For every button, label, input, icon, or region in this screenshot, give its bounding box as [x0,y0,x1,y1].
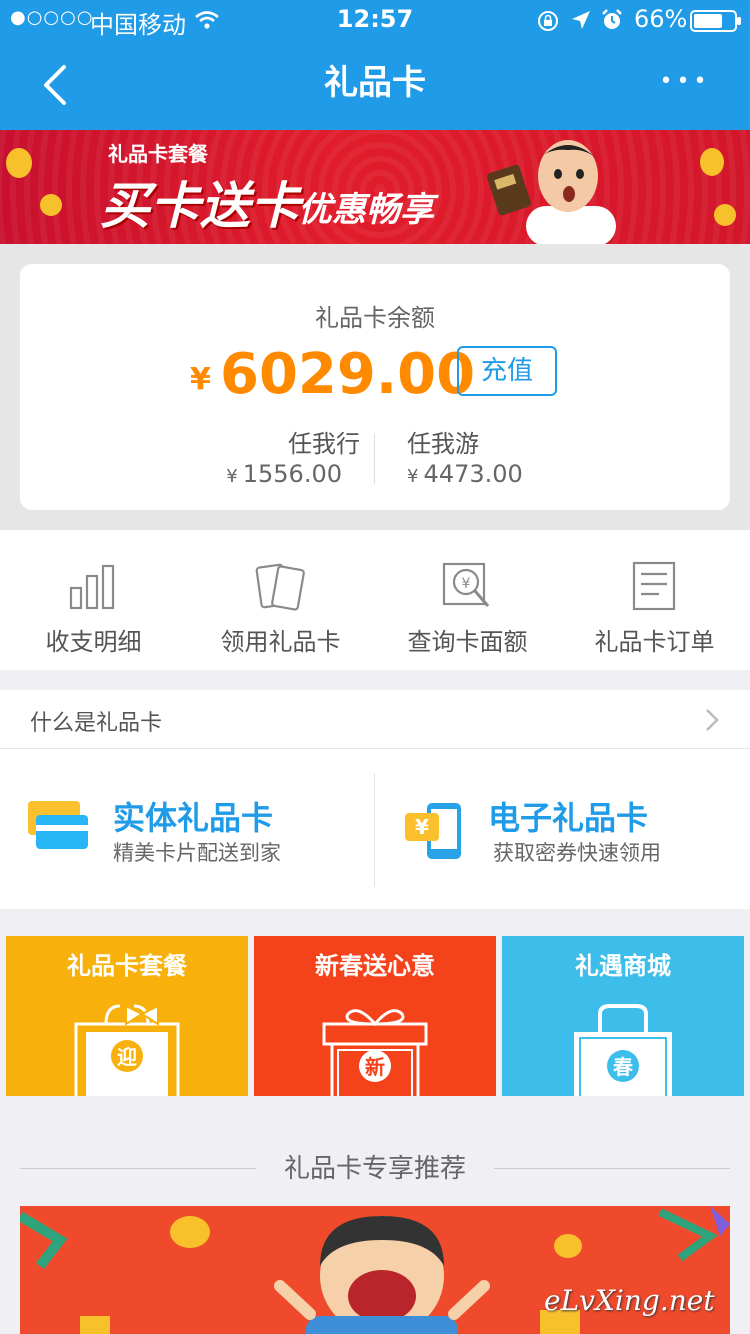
coin-icon [40,194,62,216]
e-card-desc: 获取密券快速领用 [493,841,661,865]
banner-tag: 礼品卡套餐 [108,142,208,166]
more-options-button[interactable]: ••• [650,60,720,106]
battery-icon [690,10,741,32]
sub-account-name: 任我游 [407,430,479,458]
navigation-bar: 礼品卡 ••• [0,40,750,130]
physical-card-option[interactable]: 实体礼品卡 精美卡片配送到家 [0,749,374,909]
tile-badge: 新 [365,1055,385,1079]
sub-account-balance: ¥ 1556.00 [160,460,342,488]
lantern-icon [700,148,724,176]
tile-title: 新春送心意 [315,952,435,980]
rotation-lock-icon [538,11,558,31]
physical-card-title: 实体礼品卡 [113,799,274,837]
cards-icon [255,563,305,611]
e-card-option[interactable]: ¥ 电子礼品卡 获取密券快速领用 [375,749,750,909]
svg-text:¥: ¥ [462,576,471,592]
balance-amount: 6029.00 [220,342,476,407]
yuan-search-icon: ¥ [442,562,490,607]
shortcut-label: 领用礼品卡 [220,628,341,656]
tile-title: 礼遇商城 [575,952,671,980]
card-types: 实体礼品卡 精美卡片配送到家 ¥ 电子礼品卡 获取密券快速领用 [0,749,750,909]
tile-new-year[interactable]: 新春送心意 新 [254,936,496,1096]
tile-gift-mall[interactable]: 礼遇商城 春 [502,936,744,1096]
coin-icon [714,204,736,226]
status-bar: ●○○○○ 中国移动 12:57 66% [0,0,750,40]
promo-banner[interactable]: 礼品卡套餐 买卡送卡 优惠畅享 [0,130,750,244]
watermark: eLvXing.net [544,1284,715,1317]
what-is-label: 什么是礼品卡 [30,711,163,736]
bar-chart-icon [69,564,115,610]
what-is-gift-card-row[interactable]: 什么是礼品卡 [0,690,750,749]
shortcut-grid: 收支明细 领用礼品卡 ¥ 查询卡面额 礼品卡订单 [0,530,750,670]
physical-card-icon [28,801,88,849]
balance-section: 礼品卡余额 ¥ 6029.00 充值 任我行 ¥ 1556.00 任我游 ¥ 4… [0,244,750,530]
phone-card-icon: ¥ [403,801,473,861]
shortcut-transactions[interactable]: 收支明细 [0,530,187,670]
location-arrow-icon [572,11,590,29]
alarm-icon [602,9,622,29]
sub-account-name: 任我行 [288,430,360,458]
shortcut-check-value[interactable]: ¥ 查询卡面额 [374,530,561,670]
recharge-button[interactable]: 充值 [457,346,557,396]
shortcut-label: 收支明细 [45,628,142,656]
sub-account-balance: ¥ 4473.00 [407,460,523,488]
divider [494,1168,730,1169]
shortcut-claim-card[interactable]: 领用礼品卡 [187,530,374,670]
tile-title: 礼品卡套餐 [67,952,187,980]
document-icon [632,561,676,611]
shopping-bag-icon: 春 [574,1004,672,1096]
e-card-title: 电子礼品卡 [488,799,649,837]
tile-badge: 春 [612,1055,634,1079]
recommend-title: 礼品卡专享推荐 [283,1154,466,1184]
banner-headline: 买卡送卡 [100,177,300,235]
shortcut-orders[interactable]: 礼品卡订单 [561,530,748,670]
page-title: 礼品卡 [324,63,426,103]
gift-box-icon: 新 [322,1009,428,1096]
top-bar: ●○○○○ 中国移动 12:57 66% 礼品卡 ••• [0,0,750,130]
sub-account-currency: ¥ [407,466,419,487]
shortcut-label: 礼品卡订单 [594,628,715,656]
gift-bag-icon: 迎 [74,1004,180,1096]
chevron-right-icon [706,709,719,731]
sub-account-amount: 4473.00 [423,460,523,488]
yuan-badge: ¥ [405,813,439,841]
lantern-icon [6,148,32,178]
tile-gift-package[interactable]: 礼品卡套餐 迎 [6,936,248,1096]
balance-currency: ¥ [190,362,211,397]
physical-card-desc: 精美卡片配送到家 [113,841,281,865]
banner-sub: 优惠畅享 [298,190,434,230]
divider [374,434,375,484]
tile-badge: 迎 [117,1045,137,1069]
recommend-section: 礼品卡专享推荐 eLvXing.net [0,1096,750,1334]
shortcut-label: 查询卡面额 [407,628,528,656]
spokesperson-image [487,140,616,244]
balance-label: 礼品卡余额 [315,304,435,332]
sub-account-currency: ¥ [226,466,238,487]
sub-account-amount: 1556.00 [242,460,342,488]
balance-card: 礼品卡余额 ¥ 6029.00 充值 任我行 ¥ 1556.00 任我游 ¥ 4… [20,264,730,510]
battery-percent: 66% [634,5,688,33]
